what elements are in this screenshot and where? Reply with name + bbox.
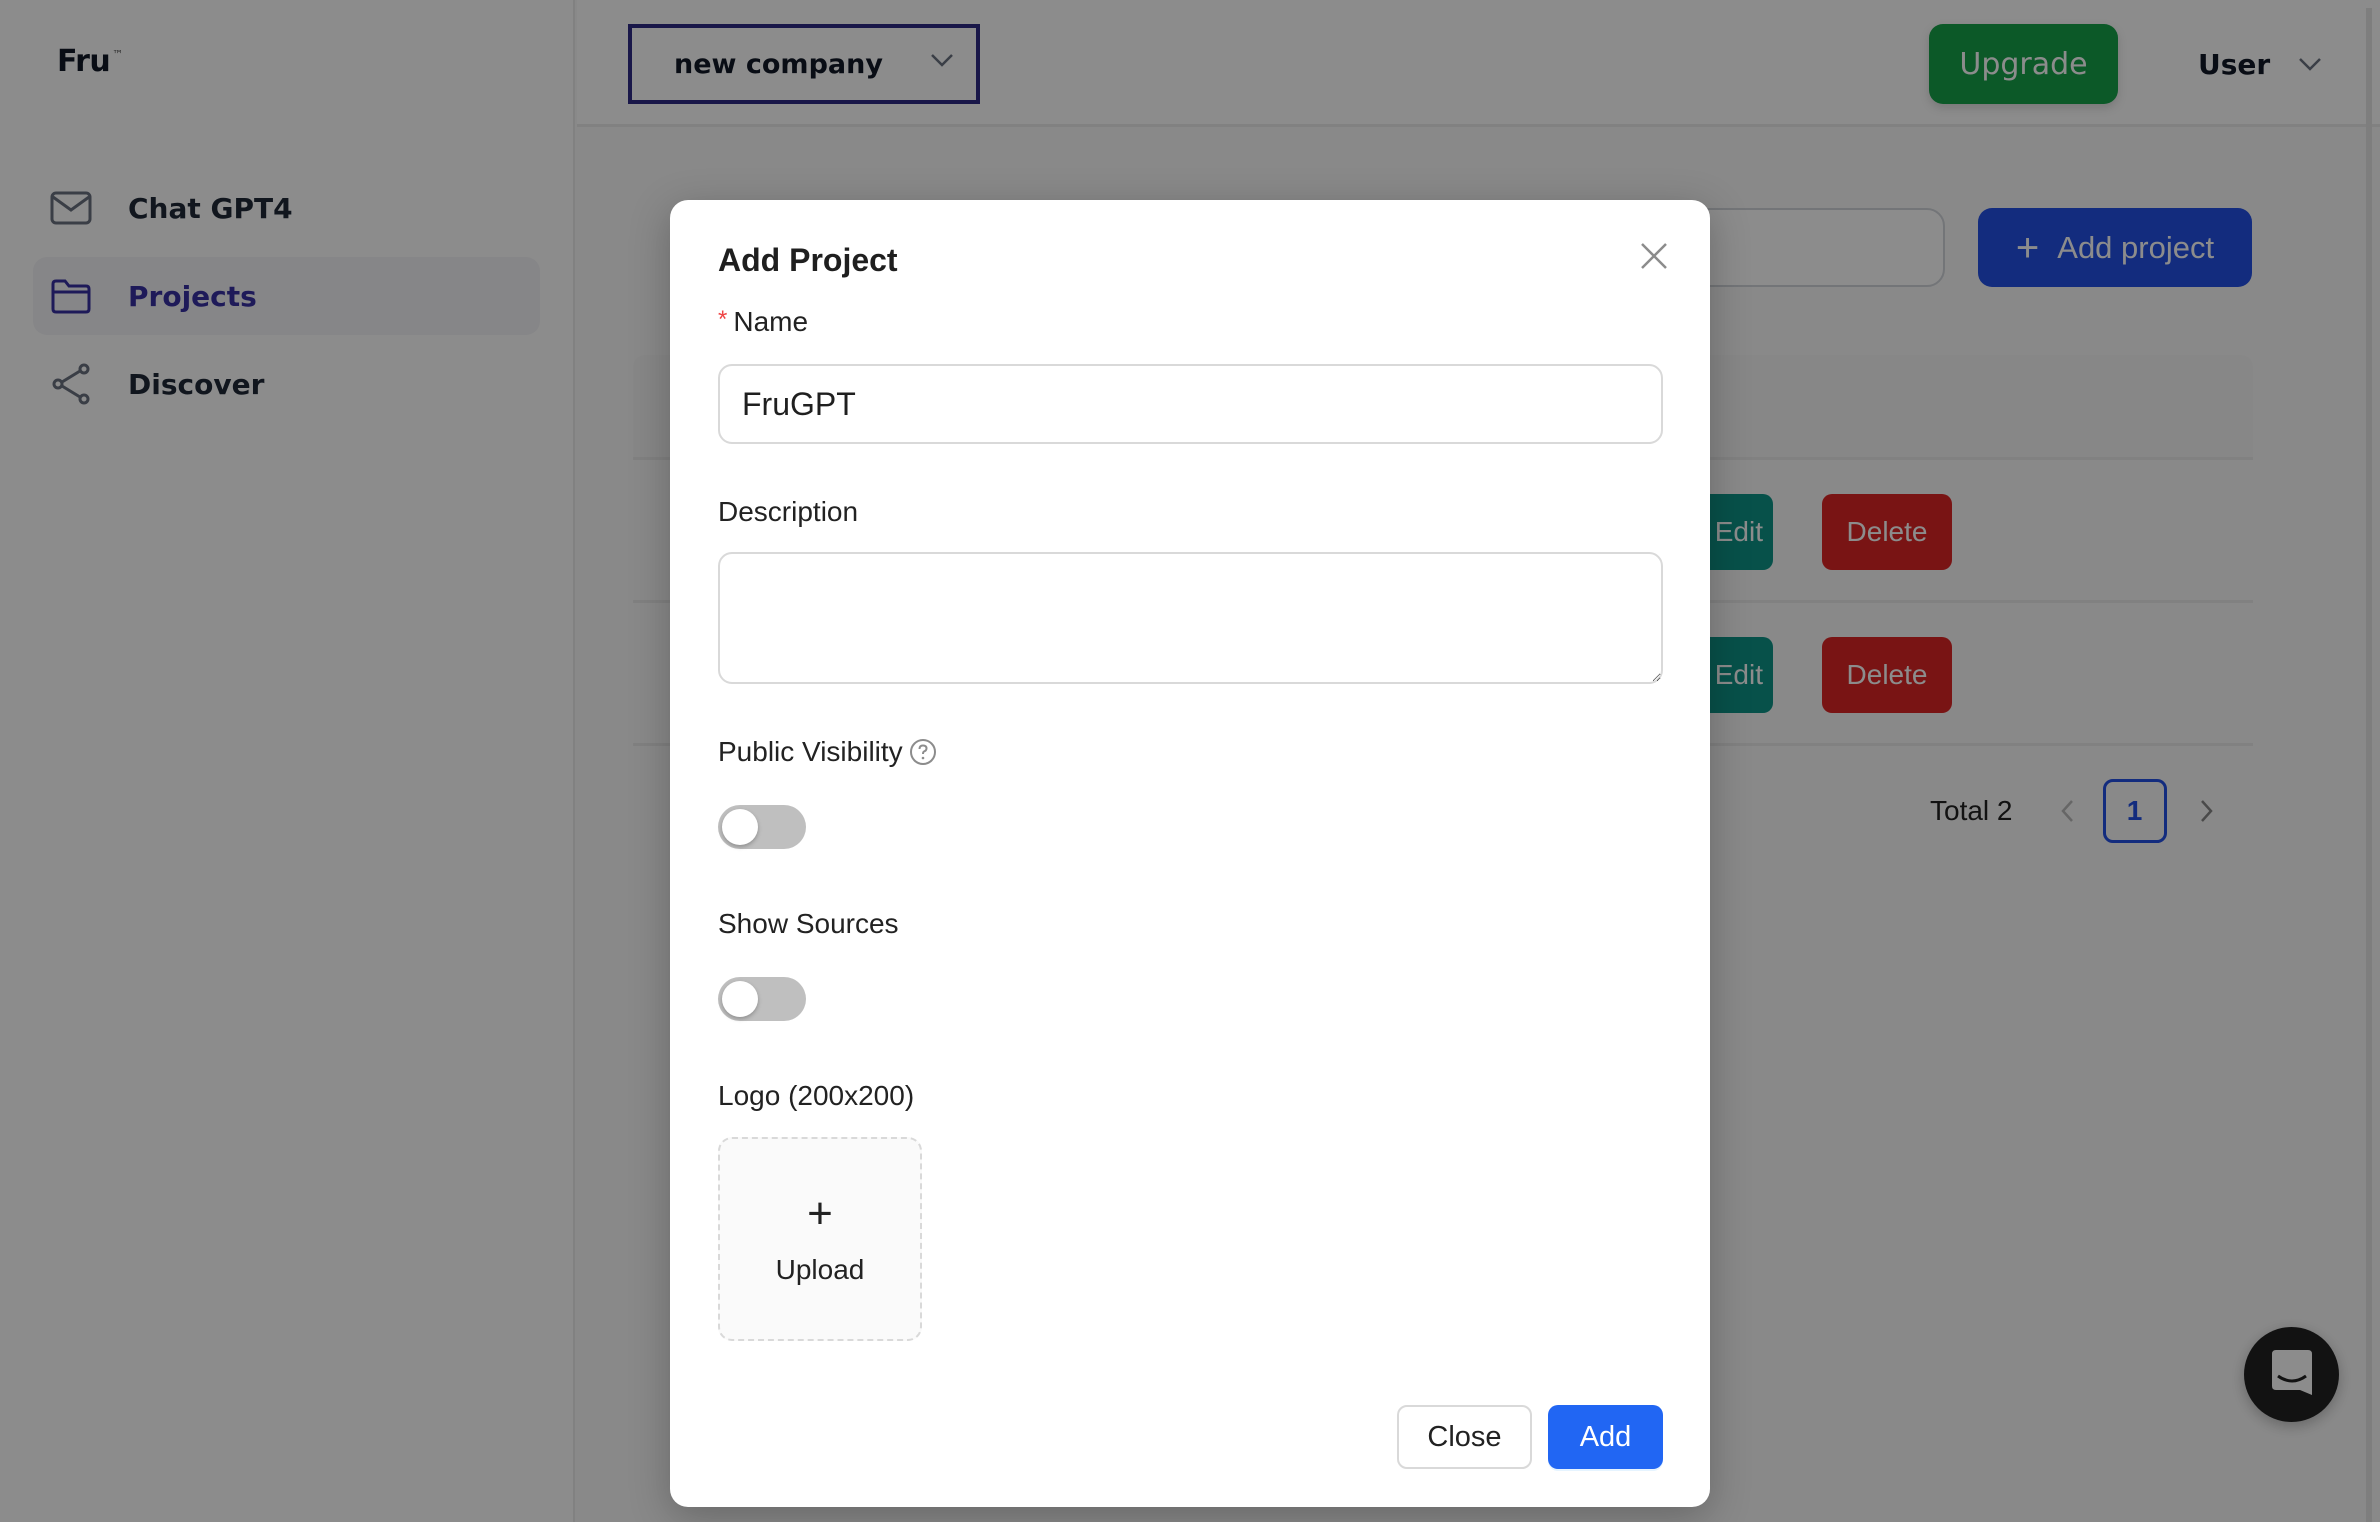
description-textarea[interactable] <box>718 552 1663 684</box>
toggle-knob <box>722 809 758 845</box>
show-sources-toggle[interactable] <box>718 977 806 1021</box>
required-marker: * <box>718 306 728 333</box>
close-icon[interactable] <box>1634 236 1674 276</box>
public-visibility-toggle[interactable] <box>718 805 806 849</box>
add-project-modal: Add Project *Name Description Public Vis… <box>670 200 1710 1507</box>
close-button[interactable]: Close <box>1397 1405 1532 1469</box>
upload-label: Upload <box>775 1254 865 1285</box>
logo-upload[interactable]: + Upload <box>718 1137 922 1341</box>
modal-title: Add Project <box>718 242 898 278</box>
toggle-knob <box>722 981 758 1017</box>
show-sources-label: Show Sources <box>718 908 899 939</box>
add-button[interactable]: Add <box>1548 1405 1663 1469</box>
name-input[interactable] <box>718 364 1663 444</box>
name-label: * Name <box>718 306 808 338</box>
plus-icon: + <box>807 1189 833 1238</box>
name-label-text: Name <box>733 306 809 337</box>
public-visibility-label: Public Visibility <box>718 736 937 768</box>
public-visibility-label-text: Public Visibility <box>718 736 903 767</box>
question-circle-icon[interactable] <box>909 738 937 766</box>
logo-label: Logo (200x200) <box>718 1080 915 1111</box>
description-label: Description <box>718 496 859 527</box>
